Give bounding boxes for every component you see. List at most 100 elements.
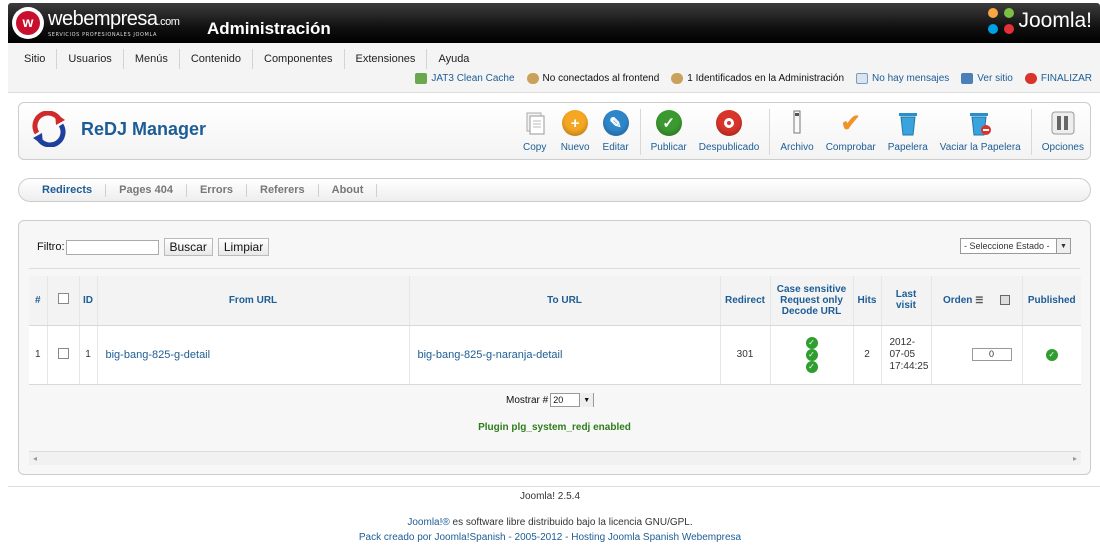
view-site-label: Ver sitio xyxy=(977,73,1013,84)
page-size-label: Mostrar # xyxy=(506,394,549,406)
col-order: Orden ☰ xyxy=(931,276,1023,326)
unpublish-button[interactable]: Despublicado xyxy=(693,109,766,155)
col-decode-url[interactable]: Decode URL xyxy=(771,306,853,317)
row-checkbox[interactable] xyxy=(57,347,69,359)
menu-item-usuarios[interactable]: Usuarios xyxy=(57,49,124,69)
new-button[interactable]: + Nuevo xyxy=(555,109,596,155)
row-redirect-code: 301 xyxy=(720,325,771,385)
row-last-visit-time: 17:44:25 xyxy=(889,360,929,372)
divider xyxy=(29,268,1080,269)
table-row: 1 1 big-bang-825-g-detail big-bang-825-g… xyxy=(29,325,1081,385)
copy-button[interactable]: Copy xyxy=(515,109,555,155)
toolbar-divider xyxy=(639,109,641,155)
empty-trash-button[interactable]: Vaciar la Papelera xyxy=(934,109,1027,155)
check-in-label: Comprobar xyxy=(825,142,876,153)
tab-errors[interactable]: Errors xyxy=(187,183,247,197)
menu-item-componentes[interactable]: Componentes xyxy=(253,49,345,69)
tab-about[interactable]: About xyxy=(319,183,378,197)
joomla-label: Joomla! xyxy=(1018,9,1092,32)
trash-icon xyxy=(894,109,922,137)
redj-logo-icon xyxy=(32,111,66,147)
filter-input[interactable] xyxy=(65,239,159,255)
tab-pages-404[interactable]: Pages 404 xyxy=(106,183,187,197)
col-case-sensitive[interactable]: Case sensitive xyxy=(771,284,853,295)
page-size-select[interactable]: 20 ▼ xyxy=(550,393,595,407)
select-all-checkbox[interactable] xyxy=(57,293,69,305)
horizontal-scrollbar[interactable]: ◂ ▸ xyxy=(29,451,1081,465)
submenu-tabs: Redirects Pages 404 Errors Referers Abou… xyxy=(18,178,1091,202)
decode-url-check-icon[interactable]: ✓ xyxy=(805,360,818,373)
unpublish-label: Despublicado xyxy=(698,142,760,153)
scroll-left-icon[interactable]: ◂ xyxy=(33,454,37,463)
copy-icon xyxy=(521,109,549,137)
col-last-visit[interactable]: Last visit xyxy=(881,276,932,326)
frontend-label: No conectados al frontend xyxy=(542,73,660,84)
col-order-label[interactable]: Orden xyxy=(943,295,972,306)
new-label: Nuevo xyxy=(560,142,590,153)
row-flags-cell: ✓ ✓ ✓ xyxy=(770,325,854,385)
search-button[interactable]: Buscar xyxy=(163,238,213,256)
menu-item-menus[interactable]: Menús xyxy=(124,49,180,69)
menu-item-sitio[interactable]: Sitio xyxy=(13,49,58,69)
row-order-cell: 0 xyxy=(931,325,1023,385)
user-icon xyxy=(526,73,539,84)
tab-redirects[interactable]: Redirects xyxy=(29,183,107,197)
options-button[interactable]: Opciones xyxy=(1036,109,1090,155)
row-from-url[interactable]: big-bang-825-g-detail xyxy=(97,325,410,385)
sort-icon[interactable]: ☰ xyxy=(975,295,983,305)
archive-label: Archivo xyxy=(780,142,814,153)
col-num: # xyxy=(29,276,48,326)
archive-button[interactable]: Archivo xyxy=(774,109,819,155)
row-to-url[interactable]: big-bang-825-g-naranja-detail xyxy=(409,325,721,385)
col-hits[interactable]: Hits xyxy=(853,276,882,326)
save-order-icon[interactable] xyxy=(1000,295,1011,306)
check-circle-icon: ✓ xyxy=(655,109,683,137)
check-in-button[interactable]: ✔ Comprobar xyxy=(820,109,882,155)
col-select-all xyxy=(47,276,80,326)
logout-link[interactable]: FINALIZAR xyxy=(1024,73,1092,84)
publish-button[interactable]: ✓ Publicar xyxy=(645,109,693,155)
power-icon xyxy=(1024,73,1037,84)
admin-header: w webempresa.com SERVICIOS PROFESIONALES… xyxy=(8,3,1100,43)
request-only-check-icon[interactable]: ✓ xyxy=(805,348,818,361)
col-request-only[interactable]: Request only xyxy=(771,295,853,306)
col-from-url[interactable]: From URL xyxy=(97,276,410,326)
state-select[interactable]: - Seleccione Estado - ▼ xyxy=(960,238,1071,254)
row-last-visit-date2: 07-05 xyxy=(889,348,916,360)
cache-link[interactable]: JAT3 Clean Cache xyxy=(415,73,515,84)
col-redirect[interactable]: Redirect xyxy=(720,276,771,326)
pencil-icon: ✎ xyxy=(602,109,630,137)
row-id: 1 xyxy=(79,325,98,385)
published-check-icon[interactable]: ✓ xyxy=(1045,348,1058,361)
trash-button[interactable]: Papelera xyxy=(882,109,934,155)
menu-item-extensiones[interactable]: Extensiones xyxy=(345,49,428,69)
col-id[interactable]: ID xyxy=(79,276,98,326)
footer-credits-link[interactable]: Pack creado por Joomla!Spanish - 2005-20… xyxy=(0,532,1100,543)
row-order-input[interactable]: 0 xyxy=(971,348,1012,361)
publish-label: Publicar xyxy=(650,142,687,153)
view-site-link[interactable]: Ver sitio xyxy=(961,73,1013,84)
menu-item-contenido[interactable]: Contenido xyxy=(180,49,253,69)
row-hits: 2 xyxy=(853,325,882,385)
messages-link[interactable]: No hay mensajes xyxy=(856,73,949,84)
brand-subtitle: SERVICIOS PROFESIONALES JOOMLA xyxy=(48,31,157,38)
toolbar-divider xyxy=(1030,109,1032,155)
plus-icon: + xyxy=(561,109,589,137)
copy-label: Copy xyxy=(523,142,547,153)
col-to-url[interactable]: To URL xyxy=(409,276,721,326)
clear-button[interactable]: Limpiar xyxy=(217,238,270,256)
scroll-right-icon[interactable]: ▸ xyxy=(1073,454,1077,463)
component-toolbar: ReDJ Manager Copy + Nuevo ✎ Editar ✓ Pub… xyxy=(18,102,1091,160)
archive-icon xyxy=(783,109,811,137)
menu-item-ayuda[interactable]: Ayuda xyxy=(427,49,480,69)
webempresa-logo-icon: w xyxy=(12,7,44,39)
empty-trash-icon xyxy=(966,109,994,137)
case-sensitive-check-icon[interactable]: ✓ xyxy=(805,336,818,349)
row-select-cell xyxy=(47,325,80,385)
tab-referers[interactable]: Referers xyxy=(247,183,319,197)
webempresa-logo[interactable]: w webempresa.com SERVICIOS PROFESIONALES… xyxy=(12,6,180,40)
col-published[interactable]: Published xyxy=(1022,276,1081,326)
pagination: Mostrar # 20 ▼ xyxy=(506,393,595,407)
edit-button[interactable]: ✎ Editar xyxy=(596,109,636,155)
joomla-link[interactable]: Joomla!® xyxy=(407,517,449,528)
